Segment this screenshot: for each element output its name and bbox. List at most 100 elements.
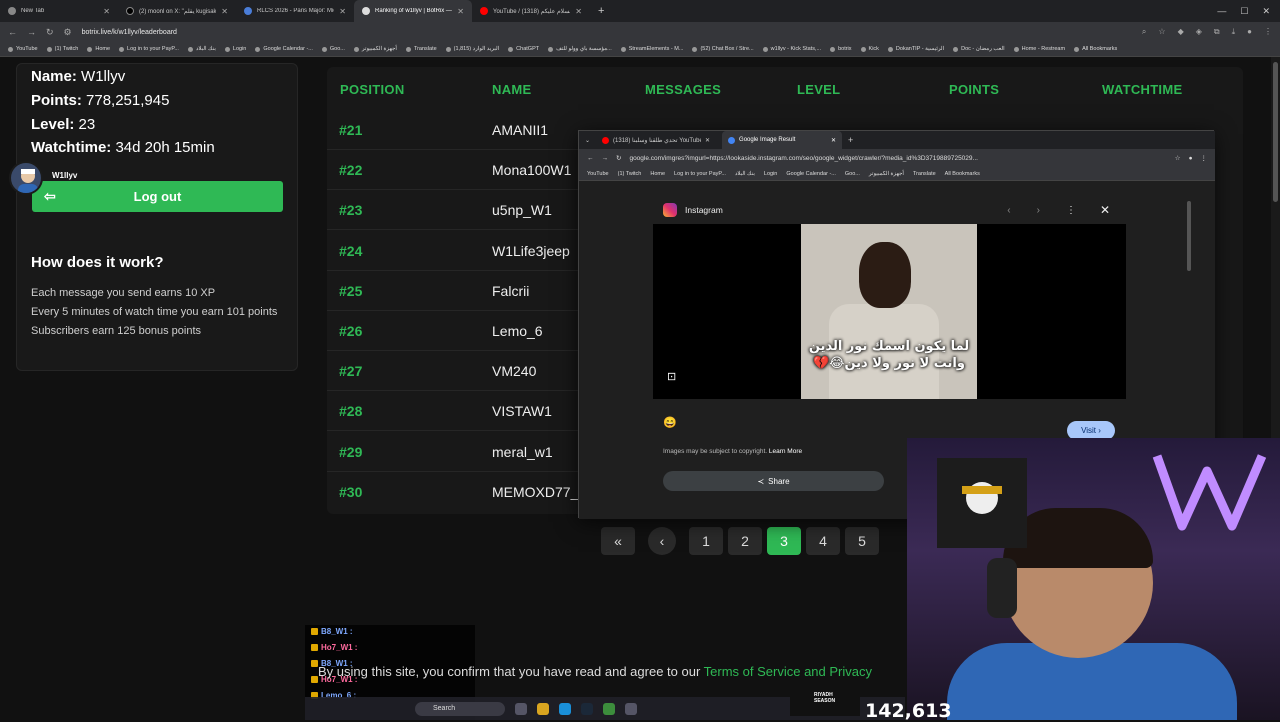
reload-icon[interactable]: ↻ [46,27,54,38]
steam-icon[interactable] [581,702,593,715]
page-4-button[interactable]: 4 [806,527,840,555]
close-icon[interactable]: ✕ [339,7,346,16]
close-icon[interactable]: ✕ [103,7,110,16]
bookmark-item[interactable]: Goo... [845,171,860,177]
bookmark-item[interactable]: Log in to your PayP... [674,171,726,177]
prev-page-button[interactable]: ‹ [648,527,676,555]
zoom-icon[interactable]: ⌕ [1142,27,1146,37]
bookmark-item[interactable]: Home - Restream [1013,46,1065,52]
share-button[interactable]: ≺ Share [663,471,884,491]
bookmark-item[interactable]: (1) Twitch [618,171,642,177]
table-row[interactable]: #26 Lemo_6 [327,311,579,351]
page-3-button[interactable]: 3 [767,527,801,555]
bookmark-item[interactable]: All Bookmarks [1074,46,1117,52]
bookmark-item[interactable]: بنك البلاد [735,171,755,177]
star-icon[interactable]: ☆ [1175,154,1181,162]
bookmark-item[interactable]: بنك البلاد [187,46,216,52]
back-icon[interactable]: ← [8,27,17,37]
bookmark-item[interactable]: مؤسسة باي وولو للتف... [548,46,612,52]
edge-icon[interactable] [559,702,571,715]
url-field[interactable]: botrix.live/k/w1llyv/leaderboard [82,29,1132,36]
close-icon[interactable]: ✕ [457,7,464,16]
bookmark-item[interactable]: Kick [860,46,879,52]
logout-button[interactable]: ⇦ Log out [32,181,283,212]
bookmark-item[interactable]: botrix [830,46,852,52]
bookmark-item[interactable]: Translate [913,171,936,177]
bookmark-item[interactable]: Doc - العب رمضان [953,46,1005,52]
header-position[interactable]: POSITION [340,82,405,97]
table-row[interactable]: #24 W1Life3jeep [327,231,579,271]
taskbar-search[interactable]: Search [415,701,505,716]
table-row[interactable]: #30 MEMOXD77_W [327,472,592,512]
table-row[interactable]: #27 VM240 [327,351,579,391]
bookmark-item[interactable]: ChatGPT [508,46,539,52]
url-field[interactable]: google.com/imgres?imgurl=https://lookasi… [629,155,1166,162]
star-icon[interactable]: ☆ [1158,27,1165,37]
bookmark-item[interactable]: YouTube [587,171,609,177]
extension-icon[interactable]: ◈ [1196,27,1202,37]
bookmark-item[interactable]: Login [224,46,246,52]
header-points[interactable]: POINTS [949,82,999,97]
bookmark-item[interactable]: w1llyv - Kick Stats,... [762,46,821,52]
bookmark-item[interactable]: StreamElements - M... [620,46,683,52]
first-page-button[interactable]: « [601,527,635,555]
popup-scrollbar[interactable] [1187,201,1191,271]
bookmark-item[interactable]: أجهزة الكمبيوتر [869,171,904,177]
menu-icon[interactable]: ⋮ [1264,27,1272,37]
bookmark-item[interactable]: Google Calendar -... [786,171,836,177]
close-icon[interactable]: ✕ [575,7,582,16]
source-name[interactable]: Instagram [685,205,723,215]
bookmark-item[interactable]: Google Calendar -... [255,46,313,52]
bookmark-item[interactable]: DokanTIP - الرئيسية [887,46,944,52]
puzzle-icon[interactable]: ⧉ [1214,27,1220,37]
forward-icon[interactable]: → [602,155,609,162]
bookmark-item[interactable]: Translate [405,46,437,52]
tab-botrix[interactable]: Ranking of w1llyv | BotRix — Cl... ✕ [354,0,472,22]
profile-icon[interactable]: ● [1247,27,1252,37]
tab-youtube[interactable]: YouTube / تحدي السلام عليكم (1318) ✕ [472,0,590,22]
bookmark-item[interactable]: (1) Twitch [46,46,78,52]
popup-tab-google[interactable]: Google Image Result ✕ [722,131,843,149]
extension-icon[interactable]: ◆ [1178,27,1184,37]
app-icon[interactable] [625,702,637,715]
page-5-button[interactable]: 5 [845,527,879,555]
bookmark-item[interactable]: أجهزة الكمبيوتر [353,46,397,52]
tos-link[interactable]: Terms of Service and Privacy [704,664,872,679]
maximize-icon[interactable]: ☐ [1240,6,1248,17]
download-icon[interactable]: ⤓ [1232,27,1236,37]
bookmark-item[interactable]: Home [650,171,665,177]
close-icon[interactable]: ✕ [705,137,710,144]
more-options-icon[interactable]: ⋮ [1066,205,1076,216]
tab-list-icon[interactable]: ⌄ [585,137,590,144]
page-1-button[interactable]: 1 [689,527,723,555]
forward-icon[interactable]: → [27,27,36,37]
lens-icon[interactable]: ⊡ [667,370,676,383]
bookmark-item[interactable]: Login [764,171,777,177]
bookmark-item[interactable]: البريد الوارد (1,815) [445,46,499,52]
minimize-icon[interactable]: — [1217,6,1226,17]
task-view-icon[interactable] [515,702,527,715]
bookmark-item[interactable]: Log in to your PayP... [119,46,179,52]
table-row[interactable]: #25 Falcrii [327,271,579,311]
menu-icon[interactable]: ⋮ [1201,154,1208,162]
bookmark-item[interactable]: All Bookmarks [945,171,980,177]
new-tab-button[interactable]: + [848,135,853,145]
site-info-icon[interactable]: ⚙ [64,27,72,38]
header-name[interactable]: NAME [492,82,531,97]
bookmark-item[interactable]: Home [87,46,110,52]
profile-icon[interactable]: ● [1189,155,1193,162]
header-watchtime[interactable]: WATCHTIME [1102,82,1182,97]
tab-x[interactable]: (2) moonl on X: "يقلم kugisaki ..." ✕ [118,0,236,22]
learn-more-link[interactable]: Learn More [769,448,802,455]
tab-rlcs[interactable]: RLCS 2026 - Paris Major: Middle... ✕ [236,0,354,22]
bookmark-item[interactable]: YouTube [8,46,38,52]
new-tab-button[interactable]: + [590,5,612,17]
close-icon[interactable]: ✕ [831,137,836,144]
back-icon[interactable]: ← [587,155,594,162]
table-row[interactable]: #21 AMANII1 [327,110,579,150]
close-icon[interactable]: ✕ [1100,203,1110,217]
page-2-button[interactable]: 2 [728,527,762,555]
table-row[interactable]: #28 VISTAW1 [327,391,579,431]
bookmark-item[interactable]: (52) Chat Box / Stre... [692,46,754,52]
folder-icon[interactable] [537,702,549,715]
